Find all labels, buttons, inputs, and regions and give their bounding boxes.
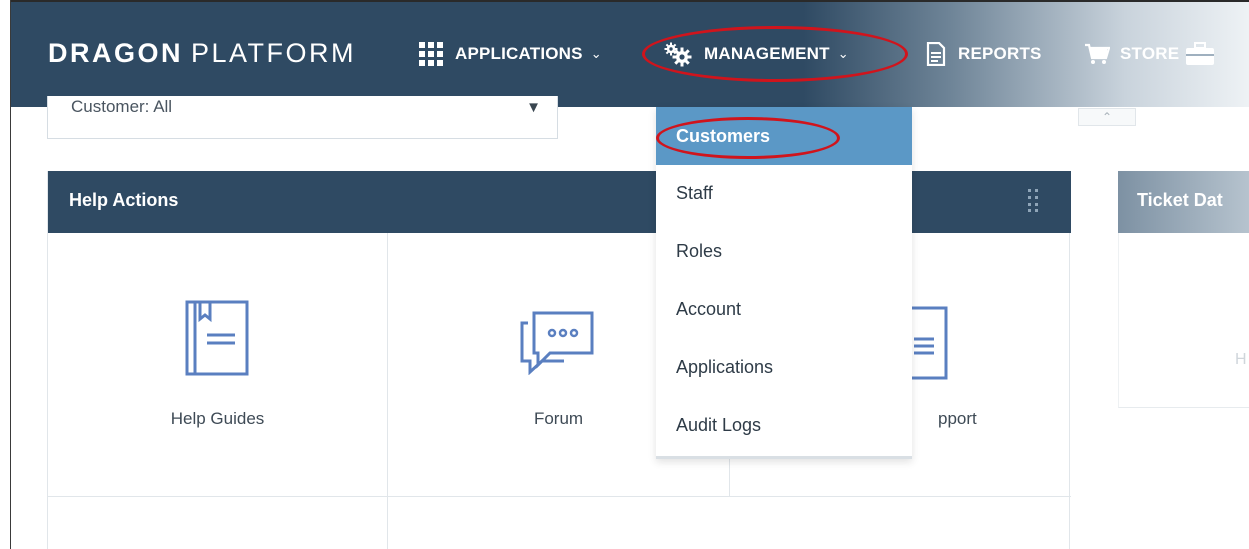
ticket-data-title: Ticket Dat [1137,190,1223,210]
cart-icon [1085,43,1110,64]
menu-item-label: Account [676,299,742,319]
nav-store[interactable]: STORE [1084,37,1179,71]
help-guides-label: Help Guides [170,409,265,428]
top-navigation-bar: DRAGON PLATFORM [11,2,1249,107]
brand-name-bold: DRAGON [48,38,183,68]
menu-item-staff[interactable]: Staff [656,165,912,223]
menu-item-label: Roles [676,241,723,261]
chat-bubbles-icon [520,311,594,375]
support-label: pport [938,409,977,428]
menu-item-audit-logs[interactable]: Audit Logs [656,397,912,455]
menu-item-label: Staff [676,183,713,203]
ticket-data-text: H [1235,351,1247,368]
chevron-down-icon: ⌄ [837,46,849,61]
nav-management-label: MANAGEMENT [704,44,830,63]
ticket-data-header: Ticket Dat [1118,171,1249,233]
chevron-down-icon: ⌄ [590,46,602,61]
help-actions-panel: Help Actions Help Guides Forum pport [47,171,1071,549]
customer-filter-select[interactable]: Customer: All ▼ [47,96,558,139]
ticket-data-panel: Ticket Dat H [1118,171,1249,549]
management-dropdown-menu: Customers Staff Roles Account Applicatio… [656,107,912,459]
nav-briefcase[interactable] [1185,37,1215,71]
nav-store-label: STORE [1120,44,1180,63]
menu-item-customers[interactable]: Customers [656,107,912,165]
menu-item-label: Customers [676,126,771,146]
menu-item-label: Applications [676,357,774,377]
nav-applications[interactable]: APPLICATIONS ⌄ [419,37,602,71]
menu-item-applications[interactable]: Applications [656,339,912,397]
help-guides-tile[interactable]: Help Guides [48,233,388,497]
empty-tile [48,497,388,549]
menu-item-account[interactable]: Account [656,281,912,339]
menu-item-roles[interactable]: Roles [656,223,912,281]
document-icon [926,42,946,66]
brand-name-light: PLATFORM [191,38,357,68]
gears-icon [664,42,692,67]
collapse-button[interactable]: ⌃ [1078,108,1136,126]
menu-item-label: Audit Logs [676,415,762,435]
grid-icon [419,42,443,66]
nav-applications-label: APPLICATIONS [455,44,583,63]
ticket-data-body: H [1118,233,1249,408]
book-icon [185,300,249,376]
customer-filter-value: Customer: All [71,97,173,116]
help-actions-title: Help Actions [69,190,179,210]
brand-logo[interactable]: DRAGON PLATFORM [48,38,356,69]
caret-down-icon: ▼ [526,99,541,116]
nav-reports[interactable]: REPORTS [926,37,1042,71]
drag-handle-icon[interactable] [1028,189,1038,213]
help-actions-header: Help Actions [48,171,1071,233]
briefcase-icon [1186,42,1214,65]
nav-reports-label: REPORTS [958,44,1042,63]
nav-management[interactable]: MANAGEMENT ⌄ [662,37,849,71]
